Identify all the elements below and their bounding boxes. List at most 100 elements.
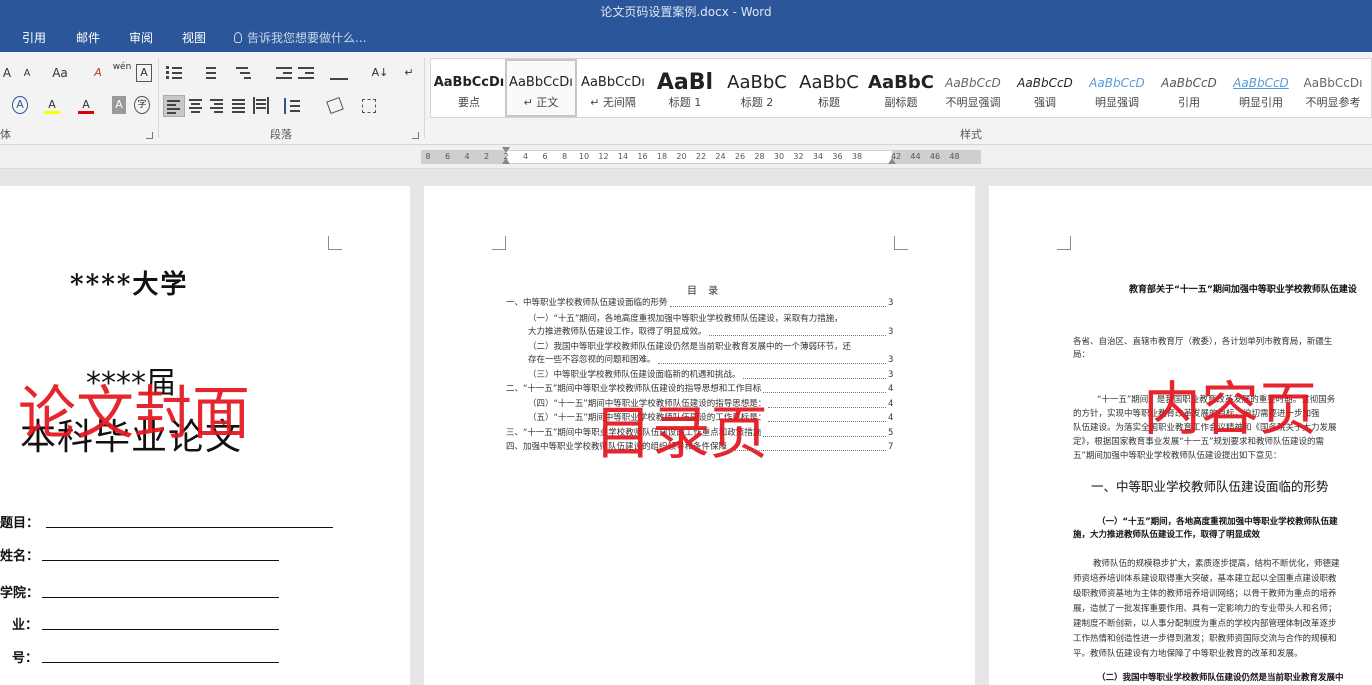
clear-format-button[interactable]: A bbox=[90, 64, 106, 82]
style-title[interactable]: AaBbC 标题 bbox=[793, 59, 865, 117]
tab-references[interactable]: 引用 bbox=[22, 24, 46, 52]
enclose-char-button[interactable]: 字 bbox=[134, 96, 150, 114]
align-center-button[interactable] bbox=[188, 98, 204, 114]
cover-page[interactable]: ****大学 ****届 本科毕业论文 论文封面 题目： 姓名： 学院： 业： … bbox=[0, 186, 410, 685]
toc-entry[interactable]: 大力推进教师队伍建设工作，取得了明显成效。 bbox=[528, 327, 707, 338]
ribbon: A A Aa A wén A A A A A 字 体 A↓ ↵ 段落 AaBbC… bbox=[0, 52, 1372, 145]
field-college-line[interactable] bbox=[42, 597, 279, 598]
body-line: 工作热情和创造性进一步得到激发；职教师资国际交流与合作的规模和 bbox=[1073, 634, 1337, 644]
cover-page-annotation: 论文封面 bbox=[18, 379, 251, 447]
font-color-button[interactable]: A bbox=[78, 96, 94, 114]
toc-entry[interactable]: 存在一些不容忽视的问题和困难。 bbox=[528, 355, 656, 366]
decrease-indent-button[interactable] bbox=[276, 66, 292, 80]
style-quote[interactable]: AaBbCcD 引用 bbox=[1153, 59, 1225, 117]
style-no-spacing[interactable]: AaBbCcDı ↵ 无间隔 bbox=[577, 59, 649, 117]
field-id-line[interactable] bbox=[42, 662, 279, 663]
toc-page-number: 7 bbox=[888, 442, 894, 452]
ruler-tick: 36 bbox=[832, 152, 843, 161]
distributed-button[interactable] bbox=[253, 97, 269, 114]
field-college-label: 学院： bbox=[0, 586, 40, 601]
align-right-button[interactable] bbox=[209, 98, 225, 114]
change-case-button[interactable]: Aa bbox=[46, 64, 74, 82]
justify-button[interactable] bbox=[231, 98, 247, 114]
toc-page-number: 3 bbox=[888, 327, 894, 337]
style-subtle-emphasis[interactable]: AaBbCcD 不明显强调 bbox=[937, 59, 1009, 117]
highlight-button[interactable]: A bbox=[44, 96, 60, 114]
subsection-heading-1a: （一）“十五”期间，各地高度重视加强中等职业学校教师队伍建 bbox=[1097, 517, 1338, 527]
tab-review[interactable]: 审阅 bbox=[129, 24, 153, 52]
style-subtle-reference[interactable]: AaBbCcDı 不明显参考 bbox=[1297, 59, 1369, 117]
ruler-tick: 42 bbox=[890, 152, 902, 161]
paragraph-dialog-launcher[interactable] bbox=[412, 132, 419, 139]
style-normal[interactable]: AaBbCcDı ↵ 正文 bbox=[505, 59, 577, 117]
char-border-button[interactable]: A bbox=[136, 64, 152, 82]
tab-mailings[interactable]: 邮件 bbox=[76, 24, 100, 52]
document-workspace[interactable]: ****大学 ****届 本科毕业论文 论文封面 题目： 姓名： 学院： 业： … bbox=[0, 170, 1372, 685]
ruler-tick: 28 bbox=[754, 152, 765, 161]
style-subtitle[interactable]: AaBbC 副标题 bbox=[865, 59, 937, 117]
intro-line: 五”期间加强中等职业学校教师队伍建设提出如下意见： bbox=[1073, 451, 1282, 461]
toc-entry[interactable]: （二）我国中等职业学校教师队伍建设仍然是当前职业教育发展中的一个薄弱环节，还 bbox=[528, 342, 851, 353]
style-intense-quote[interactable]: AaBbCcD 明显引用 bbox=[1225, 59, 1297, 117]
increase-indent-button[interactable] bbox=[298, 66, 314, 80]
salutation-line-2: 局： bbox=[1073, 350, 1091, 360]
ruler-bar: 8 6 4 2 2 4 6 8 10 12 14 16 18 20 22 24 26 28 30 32 34 36 38 42… bbox=[0, 145, 1372, 169]
toc-leader-dots bbox=[658, 363, 886, 364]
align-left-button[interactable] bbox=[163, 95, 185, 117]
toc-page-number: 4 bbox=[888, 384, 894, 394]
toc-leader-dots bbox=[729, 450, 886, 451]
style-intense-emphasis[interactable]: AaBbCcD 明显强调 bbox=[1081, 59, 1153, 117]
borders-icon[interactable] bbox=[362, 99, 376, 113]
tell-me-box[interactable]: 告诉我您想要做什么... bbox=[234, 24, 366, 52]
toc-page-number: 3 bbox=[888, 370, 894, 380]
tell-me-placeholder: 告诉我您想要做什么... bbox=[247, 31, 367, 45]
ruler-tick: 4 bbox=[464, 152, 470, 161]
multilevel-list-button[interactable] bbox=[234, 66, 252, 80]
toc-page-number: 4 bbox=[888, 413, 894, 423]
subsection-heading-1b: 施，大力推进教师队伍建设工作，取得了明显成效 bbox=[1073, 530, 1261, 540]
toc-leader-dots bbox=[670, 306, 886, 307]
ruler-tick: 2 bbox=[483, 152, 490, 161]
sort-button[interactable]: A↓ bbox=[370, 64, 390, 82]
bullets-button[interactable] bbox=[166, 66, 184, 80]
field-major-line[interactable] bbox=[42, 629, 279, 630]
shading-icon[interactable] bbox=[326, 96, 344, 115]
content-page[interactable]: 教育部关于“十一五”期间加强中等职业学校教师队伍建设 各省、自治区、直辖市教育厅… bbox=[989, 186, 1372, 685]
chinese-layout-icon[interactable] bbox=[330, 66, 348, 80]
ruler-tick: 16 bbox=[637, 152, 648, 161]
field-title-line[interactable] bbox=[46, 527, 333, 528]
grow-font-button[interactable]: A bbox=[0, 64, 14, 82]
line-spacing-button[interactable] bbox=[284, 98, 300, 114]
font-dialog-launcher[interactable] bbox=[146, 132, 153, 139]
ruler-tick: 38 bbox=[851, 152, 863, 161]
salutation-line-1: 各省、自治区、直辖市教育厅（教委），各计划单列市教育局，新疆生 bbox=[1073, 337, 1333, 347]
shrink-font-button[interactable]: A bbox=[20, 65, 34, 83]
ruler-tick: 12 bbox=[598, 152, 609, 161]
ruler-tick: 34 bbox=[812, 152, 824, 161]
show-marks-button[interactable]: ↵ bbox=[402, 64, 416, 82]
phonetic-guide-button[interactable]: wén bbox=[112, 62, 132, 80]
title-bar: 论文页码设置案例.docx - Word bbox=[0, 0, 1372, 24]
style-emphasis[interactable]: AaBbCcD 强调 bbox=[1009, 59, 1081, 117]
text-effect-button[interactable]: A bbox=[12, 96, 28, 114]
toc-entry[interactable]: 一、中等职业学校教师队伍建设面临的形势 bbox=[506, 298, 668, 309]
ruler-tick: 6 bbox=[444, 152, 451, 161]
ruler-tick: 14 bbox=[617, 152, 629, 161]
window-title: 论文页码设置案例.docx - Word bbox=[600, 5, 772, 19]
ruler-tick: 4 bbox=[522, 152, 529, 161]
horizontal-ruler[interactable]: 8 6 4 2 2 4 6 8 10 12 14 16 18 20 22 24 26 28 30 32 34 36 38 42… bbox=[421, 147, 981, 164]
toc-entry[interactable]: （三）中等职业学校教师队伍建设面临新的机遇和挑战。 bbox=[528, 370, 741, 381]
numbering-button[interactable] bbox=[200, 66, 218, 80]
ruler-tick: 24 bbox=[715, 152, 726, 161]
style-key-point[interactable]: AaBbCcDı 要点 bbox=[433, 59, 505, 117]
styles-gallery: AaBbCcDı 要点 AaBbCcDı ↵ 正文 AaBbCcDı ↵ 无间隔… bbox=[430, 58, 1372, 118]
toc-entry[interactable]: （一）“十五”期间，各地高度重视加强中等职业学校教师队伍建设，采取有力措施， bbox=[528, 314, 843, 325]
char-shading-button[interactable]: A bbox=[112, 96, 126, 114]
field-name-line[interactable] bbox=[42, 560, 279, 561]
tab-view[interactable]: 视图 bbox=[182, 24, 206, 52]
toc-page[interactable]: 目 录 一、中等职业学校教师队伍建设面临的形势 3 （一）“十五”期间，各地高度重视… bbox=[424, 186, 975, 685]
body-line: 级职教师资基地为主体的教师培养培训网络；以骨干教师为重点的培养 bbox=[1073, 589, 1337, 599]
toc-page-annotation: 目录页 bbox=[594, 399, 769, 467]
style-heading-2[interactable]: AaBbC 标题 2 bbox=[721, 59, 793, 117]
style-heading-1[interactable]: AaBl 标题 1 bbox=[649, 59, 721, 117]
